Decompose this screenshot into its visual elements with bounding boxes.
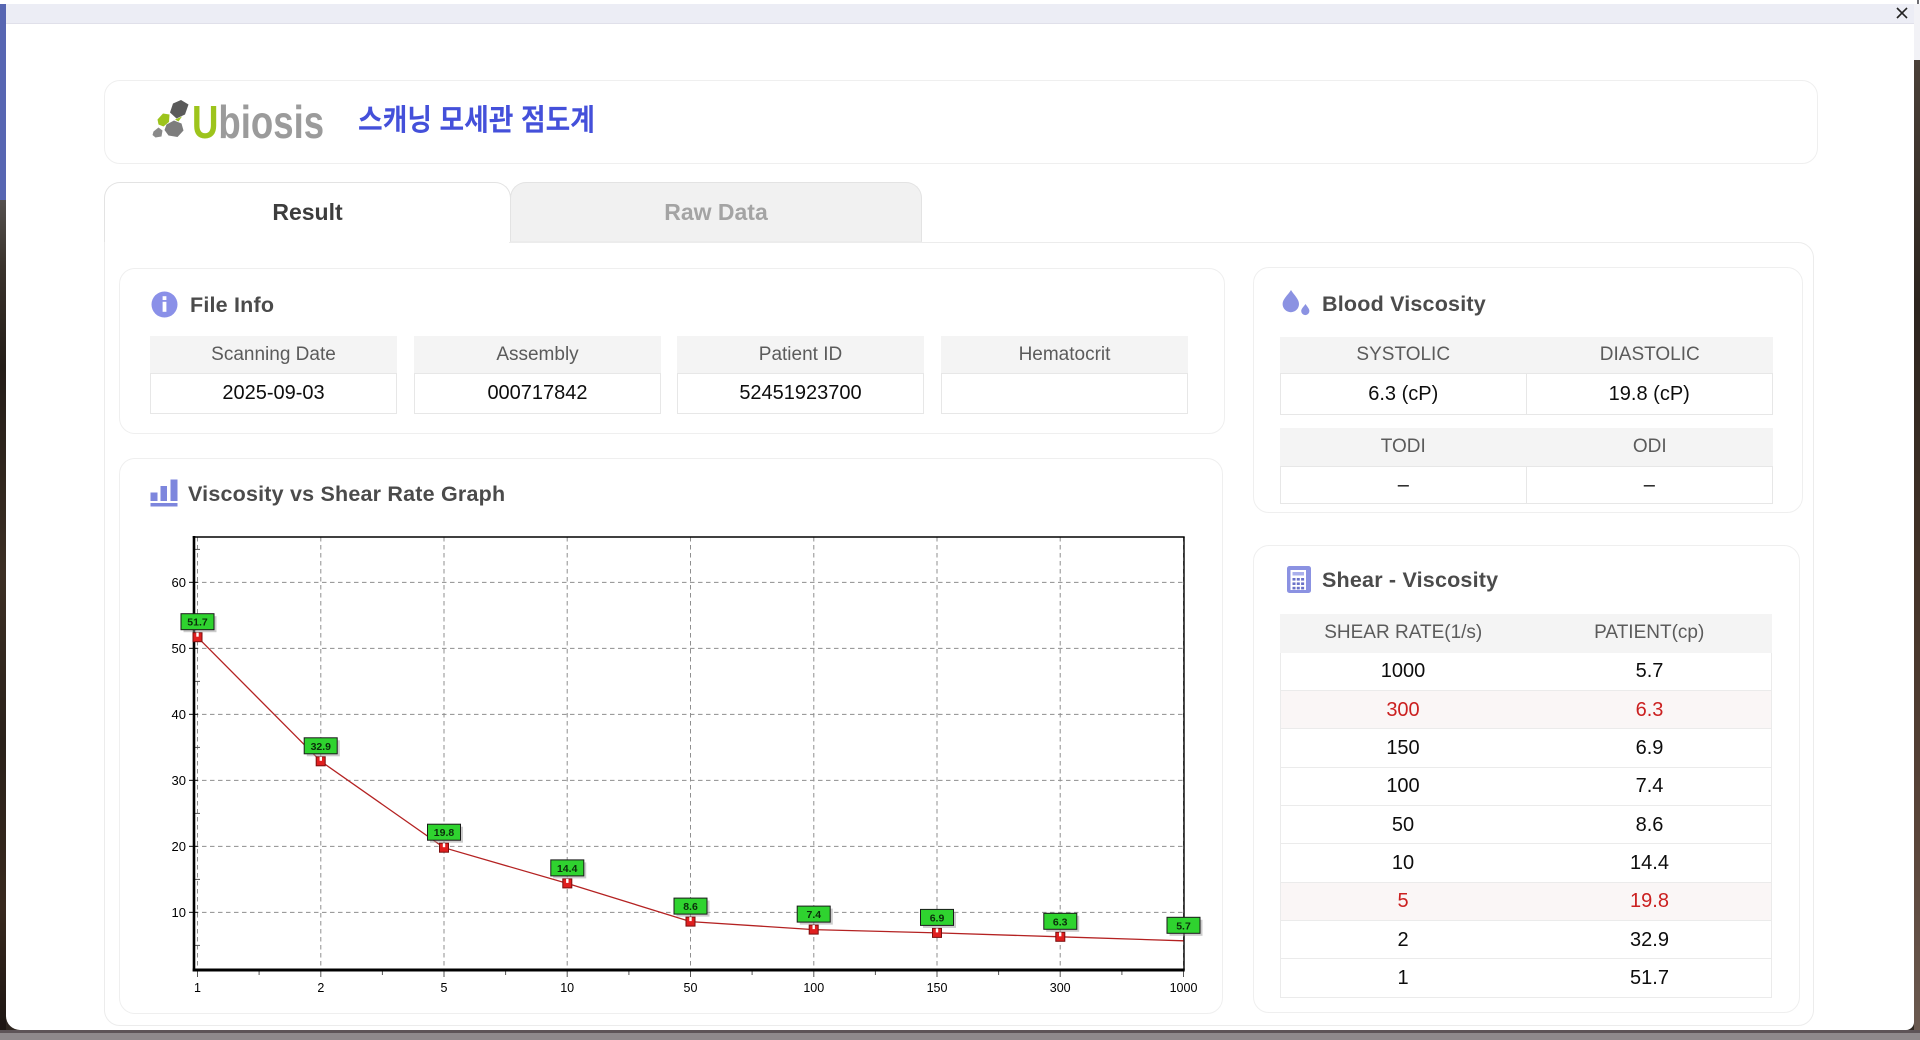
svg-text:300: 300 (1050, 981, 1071, 995)
svg-text:10: 10 (172, 905, 186, 920)
svg-text:40: 40 (172, 707, 186, 722)
svg-text:150: 150 (927, 981, 948, 995)
svg-text:100: 100 (803, 981, 824, 995)
svg-text:50: 50 (684, 981, 698, 995)
svg-text:19.8: 19.8 (434, 827, 455, 839)
svg-text:2: 2 (317, 981, 324, 995)
svg-text:5: 5 (441, 981, 448, 995)
svg-text:30: 30 (172, 773, 186, 788)
svg-text:6.9: 6.9 (930, 912, 945, 924)
svg-text:32.9: 32.9 (311, 741, 332, 753)
svg-text:50: 50 (172, 641, 186, 656)
svg-text:7.4: 7.4 (806, 909, 821, 921)
svg-text:20: 20 (172, 839, 186, 854)
svg-text:60: 60 (172, 575, 186, 590)
svg-text:1000: 1000 (1170, 981, 1198, 995)
svg-text:6.3: 6.3 (1053, 916, 1068, 928)
svg-text:1: 1 (194, 981, 201, 995)
svg-text:5.7: 5.7 (1176, 920, 1191, 932)
svg-text:14.4: 14.4 (557, 863, 578, 875)
svg-text:10: 10 (560, 981, 574, 995)
svg-text:51.7: 51.7 (187, 617, 208, 629)
svg-text:8.6: 8.6 (683, 901, 698, 913)
